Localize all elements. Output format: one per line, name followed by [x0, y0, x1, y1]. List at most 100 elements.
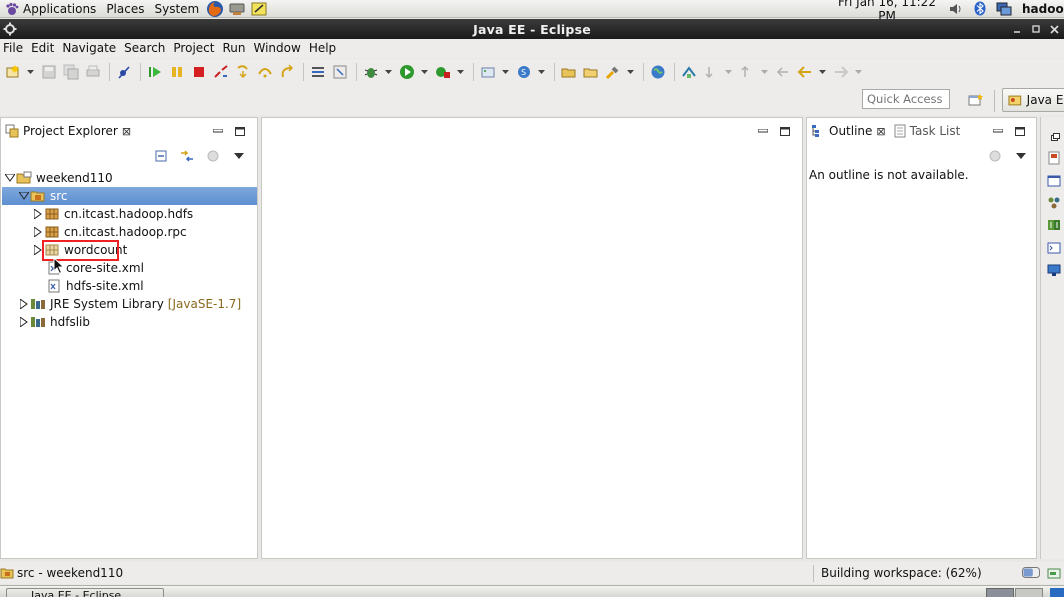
taskbar-eclipse-button[interactable]: Java EE - Eclipse — [6, 588, 164, 597]
menu-run[interactable]: Run — [219, 39, 250, 58]
applications-menu[interactable]: Applications — [0, 0, 101, 18]
tree-collapsed-icon[interactable] — [18, 298, 30, 310]
data-source-view-icon[interactable] — [1047, 196, 1061, 210]
window-titlebar[interactable]: Java EE - Eclipse — [0, 19, 1064, 39]
workspace-3[interactable] — [1050, 588, 1064, 597]
terminate-button[interactable] — [190, 63, 208, 81]
tree-expanded-icon[interactable] — [4, 172, 16, 184]
drop-to-frame-button[interactable] — [331, 63, 349, 81]
suspend-button[interactable] — [168, 63, 186, 81]
tree-item-src[interactable]: src — [2, 187, 257, 205]
menu-help[interactable]: Help — [306, 39, 341, 58]
back-dropdown[interactable] — [818, 63, 826, 81]
back-button[interactable] — [796, 63, 814, 81]
focus-button[interactable] — [985, 148, 1005, 164]
last-edit-location-button[interactable] — [774, 63, 792, 81]
properties-view-icon[interactable] — [1047, 174, 1061, 188]
close-tab-icon[interactable]: ⊠ — [122, 125, 131, 138]
workspace-2[interactable] — [1015, 588, 1043, 597]
console-view-icon[interactable] — [1047, 241, 1061, 255]
search-tool-button[interactable] — [604, 63, 622, 81]
network-monitor[interactable] — [992, 0, 1016, 18]
menu-edit[interactable]: Edit — [28, 39, 59, 58]
tab-task-list[interactable]: Task List — [890, 118, 965, 144]
menu-window[interactable]: Window — [250, 39, 305, 58]
tab-outline[interactable]: Outline ⊠ — [807, 118, 890, 144]
tab-project-explorer[interactable]: Project Explorer ⊠ — [1, 118, 135, 144]
next-annotation-button[interactable] — [702, 63, 720, 81]
forward-dropdown[interactable] — [854, 63, 862, 81]
view-menu-button[interactable] — [1011, 148, 1031, 164]
open-perspective-button[interactable] — [966, 91, 986, 109]
tree-item-package-hdfs[interactable]: cn.itcast.hadoop.hdfs — [2, 205, 257, 223]
minimize-editor-button[interactable] — [752, 124, 774, 138]
print-button[interactable] — [84, 63, 102, 81]
save-button[interactable] — [40, 63, 58, 81]
menu-file[interactable]: File — [0, 39, 28, 58]
new-button[interactable] — [4, 63, 22, 81]
progress-view-icon[interactable] — [1047, 566, 1061, 580]
tree-expanded-icon[interactable] — [18, 190, 30, 202]
minimize-button[interactable] — [1007, 19, 1026, 39]
save-all-button[interactable] — [62, 63, 80, 81]
use-step-filters-button[interactable] — [309, 63, 327, 81]
step-over-button[interactable] — [256, 63, 274, 81]
menu-search[interactable]: Search — [121, 39, 170, 58]
open-task-button[interactable] — [582, 63, 600, 81]
open-web-browser-button[interactable] — [649, 63, 667, 81]
restore-icon[interactable] — [1051, 133, 1060, 141]
tree-collapsed-icon[interactable] — [18, 316, 30, 328]
tree-collapsed-icon[interactable] — [32, 244, 44, 256]
run-button[interactable] — [398, 63, 416, 81]
maximize-editor-button[interactable] — [774, 124, 796, 138]
user-menu[interactable]: hadoop — [1016, 2, 1064, 16]
search-dropdown[interactable] — [626, 63, 634, 81]
tree-collapsed-icon[interactable] — [32, 208, 44, 220]
perspective-java-ee[interactable]: Java EE — [1002, 88, 1064, 112]
link-with-editor-button[interactable] — [177, 148, 197, 164]
menu-navigate[interactable]: Navigate — [59, 39, 121, 58]
maximize-view-button[interactable] — [1009, 124, 1031, 138]
next-annotation-dropdown[interactable] — [724, 63, 732, 81]
new-dropdown[interactable] — [26, 63, 34, 81]
maximize-button[interactable] — [1026, 19, 1045, 39]
text-editor-launcher[interactable] — [248, 0, 270, 18]
forward-button[interactable] — [832, 63, 850, 81]
menu-project[interactable]: Project — [170, 39, 219, 58]
focus-button[interactable] — [203, 148, 223, 164]
previous-annotation-button[interactable] — [738, 63, 756, 81]
close-tab-icon[interactable]: ⊠ — [876, 125, 885, 138]
external-tools-dropdown[interactable] — [456, 63, 464, 81]
tree-item-jre-library[interactable]: JRE System Library [JavaSE-1.7] — [2, 295, 257, 313]
maximize-view-button[interactable] — [229, 124, 251, 138]
tree-item-weekend110[interactable]: weekend110 — [2, 169, 257, 187]
step-into-button[interactable] — [234, 63, 252, 81]
tree-item-core-site[interactable]: core-site.xml — [2, 259, 257, 277]
tree-item-hdfs-site[interactable]: hdfs-site.xml — [2, 277, 257, 295]
monitor-view-icon[interactable] — [1047, 263, 1061, 277]
tree-item-package-wordcount[interactable]: wordcount — [2, 241, 257, 259]
volume-control[interactable] — [944, 0, 968, 18]
disconnect-button[interactable] — [212, 63, 230, 81]
firefox-launcher[interactable] — [204, 0, 226, 18]
workspace-1[interactable] — [986, 588, 1014, 597]
debug-dropdown[interactable] — [384, 63, 392, 81]
tree-item-hdfslib[interactable]: hdfslib — [2, 313, 257, 331]
previous-annotation-dropdown[interactable] — [760, 63, 768, 81]
external-tools-button[interactable] — [434, 63, 452, 81]
step-return-button[interactable] — [278, 63, 296, 81]
collapse-all-button[interactable] — [151, 148, 171, 164]
tree-item-package-rpc[interactable]: cn.itcast.hadoop.rpc — [2, 223, 257, 241]
places-menu[interactable]: Places — [101, 0, 149, 18]
open-type-button[interactable] — [560, 63, 578, 81]
minimize-view-button[interactable] — [207, 124, 229, 138]
web-service-dropdown[interactable] — [537, 63, 545, 81]
network-launcher[interactable] — [226, 0, 248, 18]
snippets-view-icon[interactable] — [1047, 218, 1061, 232]
close-button[interactable] — [1045, 19, 1064, 39]
bluetooth-control[interactable] — [968, 0, 992, 18]
quick-access-input[interactable] — [862, 89, 950, 109]
skip-breakpoints-button[interactable] — [115, 63, 133, 81]
minimize-view-button[interactable] — [987, 124, 1009, 138]
debug-button[interactable] — [362, 63, 380, 81]
